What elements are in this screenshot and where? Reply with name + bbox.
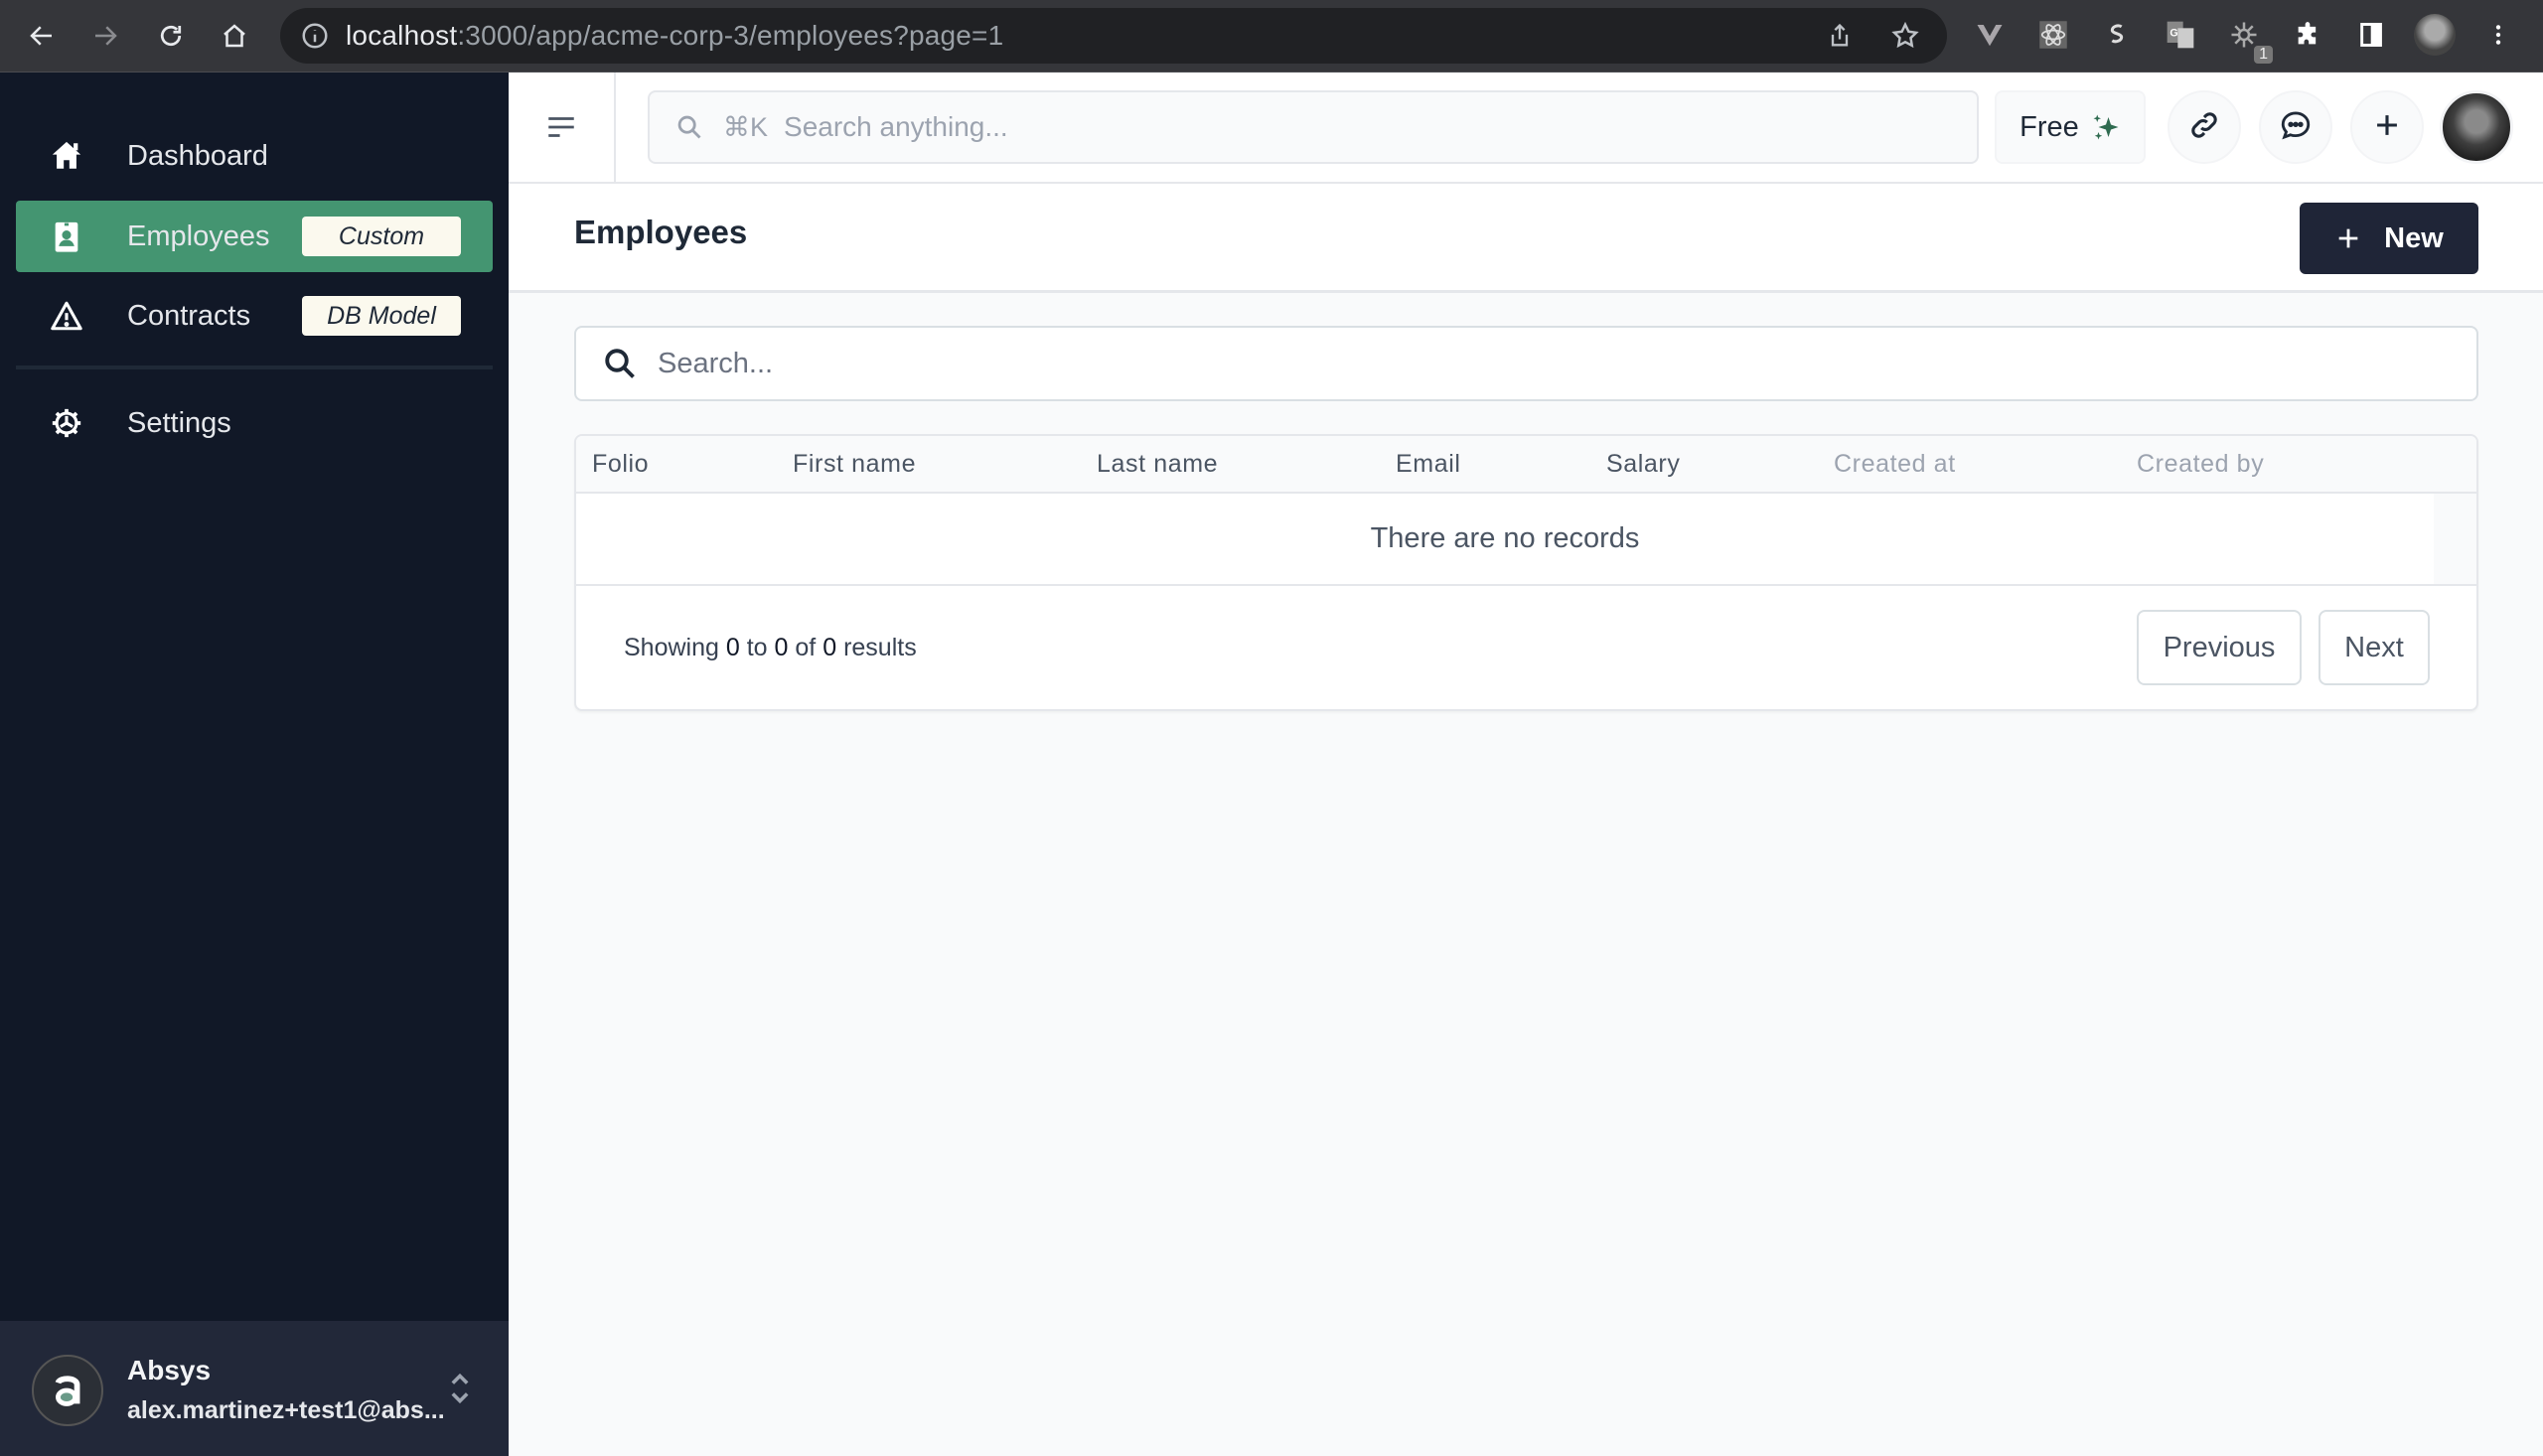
column-header-last-name[interactable]: Last name: [1097, 450, 1218, 479]
back-icon[interactable]: [20, 14, 64, 58]
results-summary: Showing 0 to 0 of 0 results: [624, 634, 917, 661]
side-panel-icon[interactable]: [2350, 14, 2392, 56]
empty-state: There are no records: [576, 494, 2434, 586]
home-icon: [50, 139, 83, 173]
column-header-created-by: Created by: [2137, 450, 2265, 478]
user-switcher[interactable]: Absys alex.martinez+test1@abs...: [0, 1321, 509, 1456]
global-search-input[interactable]: [784, 111, 1679, 143]
pagination: Showing 0 to 0 of 0 results Previous Nex…: [576, 586, 2476, 709]
page-header: Employees New: [509, 184, 2543, 293]
svelte-devtools-icon[interactable]: [2096, 14, 2138, 56]
sidebar-item-settings[interactable]: Settings: [16, 387, 493, 459]
results-total: 0: [823, 634, 837, 661]
table-gutter: [2434, 494, 2476, 586]
sidebar-item-contracts[interactable]: Contracts DB Model: [16, 280, 493, 352]
employees-table: Folio First name Last name Email Salary …: [574, 434, 2478, 711]
user-email: alex.martinez+test1@abs...: [127, 1396, 445, 1424]
extension-burst-icon[interactable]: 1: [2223, 14, 2273, 64]
forward-icon[interactable]: [83, 14, 127, 58]
keyboard-shortcut-hint: ⌘K: [723, 111, 769, 142]
bookmark-star-icon[interactable]: [1887, 18, 1923, 54]
home-browser-icon[interactable]: [213, 14, 256, 58]
results-from: 0: [725, 634, 740, 661]
search-icon: [675, 113, 703, 141]
browser-menu-icon[interactable]: [2477, 14, 2519, 56]
svg-text:G: G: [2169, 27, 2177, 39]
link-icon: [2187, 108, 2221, 147]
column-header-salary[interactable]: Salary: [1606, 450, 1680, 479]
next-page-button[interactable]: Next: [2319, 610, 2430, 685]
gear-icon: [50, 406, 83, 440]
column-header-folio[interactable]: Folio: [592, 450, 649, 479]
new-button-label: New: [2384, 221, 2444, 254]
page-title: Employees: [574, 214, 748, 250]
plus-icon: [2370, 108, 2404, 147]
plan-button[interactable]: Free: [1995, 90, 2146, 164]
extension-badge: 1: [2254, 46, 2273, 64]
sidebar-item-label: Employees: [127, 219, 270, 252]
plan-label: Free: [2019, 110, 2079, 143]
previous-page-button[interactable]: Previous: [2137, 610, 2302, 685]
org-name: Absys: [127, 1355, 212, 1385]
sidebar-divider: [16, 365, 493, 369]
url-text[interactable]: localhost:3000/app/acme-corp-3/employees…: [346, 20, 1003, 52]
vue-devtools-icon[interactable]: [1969, 14, 2011, 56]
user-avatar[interactable]: [2440, 90, 2513, 164]
sidebar-item-label: Dashboard: [127, 139, 268, 172]
plus-icon: [2338, 228, 2358, 248]
sidebar: Dashboard Employees Custom Contracts DB …: [0, 73, 509, 1456]
browser-toolbar: localhost:3000/app/acme-corp-3/employees…: [0, 0, 2543, 73]
share-icon[interactable]: [1822, 18, 1858, 54]
site-info-icon[interactable]: [300, 21, 330, 51]
chat-bubble-icon: [2279, 108, 2313, 147]
results-to: 0: [774, 634, 789, 661]
reload-icon[interactable]: [149, 14, 193, 58]
react-devtools-icon[interactable]: [2032, 14, 2074, 56]
browser-profile-avatar[interactable]: [2414, 14, 2456, 56]
new-employee-button[interactable]: New: [2300, 203, 2478, 274]
global-search[interactable]: ⌘K: [648, 90, 1979, 164]
column-header-email[interactable]: Email: [1396, 450, 1461, 479]
sidebar-item-employees[interactable]: Employees Custom: [16, 201, 493, 272]
top-bar: ⌘K Free: [509, 73, 2543, 184]
org-avatar: [32, 1355, 103, 1426]
warning-triangle-icon: [50, 299, 83, 333]
sparkles-icon: [2091, 112, 2121, 142]
copy-link-button[interactable]: [2168, 90, 2241, 164]
table-search[interactable]: [574, 326, 2478, 401]
table-search-input[interactable]: [658, 347, 2346, 380]
id-badge-icon: [50, 219, 83, 253]
search-icon: [602, 346, 638, 381]
column-header-created-at: Created at: [1834, 450, 1956, 478]
address-bar[interactable]: localhost:3000/app/acme-corp-3/employees…: [280, 8, 1947, 64]
table-header: Folio First name Last name Email Salary …: [576, 436, 2476, 494]
feedback-button[interactable]: [2259, 90, 2332, 164]
sidebar-item-dashboard[interactable]: Dashboard: [16, 120, 493, 192]
quick-add-button[interactable]: [2350, 90, 2424, 164]
extensions-puzzle-icon[interactable]: [2287, 14, 2328, 56]
custom-tag: Custom: [302, 217, 461, 256]
menu-toggle-button[interactable]: [509, 73, 616, 182]
google-translate-icon[interactable]: G: [2160, 14, 2201, 56]
sidebar-item-label: Settings: [127, 406, 231, 439]
column-header-first-name[interactable]: First name: [793, 450, 916, 479]
db-model-tag: DB Model: [302, 296, 461, 336]
chevron-up-down-icon[interactable]: [449, 1371, 471, 1406]
main-content: ⌘K Free Employees New: [509, 73, 2543, 1456]
sidebar-item-label: Contracts: [127, 299, 251, 332]
